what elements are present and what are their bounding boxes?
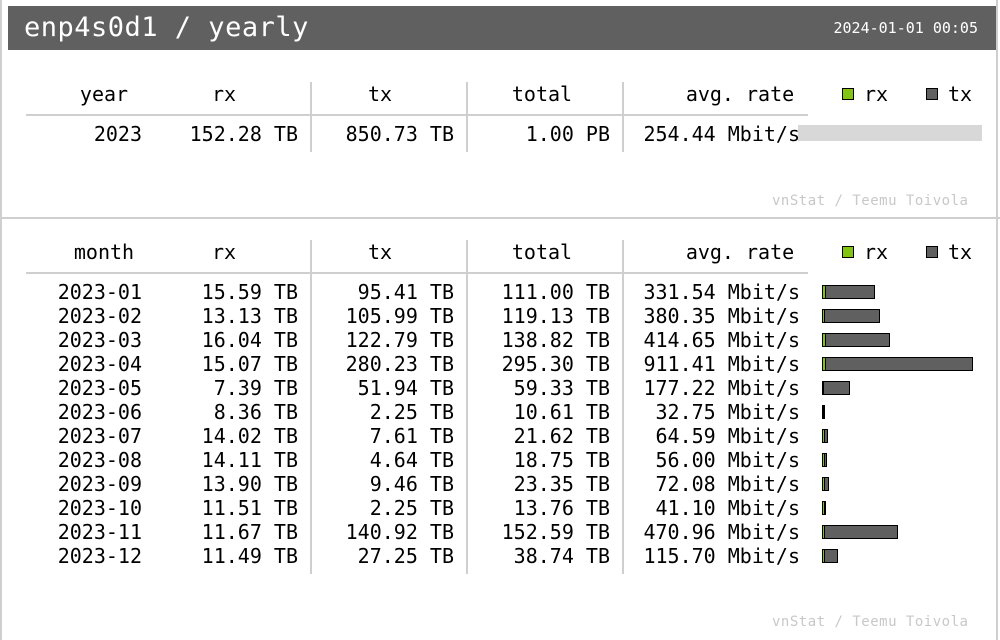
legend-rx-label: rx [864, 240, 889, 264]
table-cell-total: 18.75 TB [513, 448, 610, 472]
table-cell-total: 59.33 TB [513, 376, 610, 400]
bar-tx [824, 477, 830, 491]
column-header-0: month [73, 240, 135, 264]
header-underline [26, 272, 808, 274]
header-underline [26, 114, 808, 116]
column-header-1: rx [211, 240, 237, 264]
bar-tx [823, 525, 899, 539]
table-cell-total: 10.61 TB [513, 400, 610, 424]
legend-tx-swatch [926, 246, 938, 258]
section-divider [2, 217, 1000, 219]
column-header-3: total [511, 82, 573, 106]
timestamp: 2024-01-01 00:05 [833, 19, 979, 37]
table-cell-total: 23.35 TB [513, 472, 610, 496]
table-cell-total: 138.82 TB [501, 328, 610, 352]
watermark-monthly: vnStat / Teemu Toivola [772, 614, 969, 630]
column-header-1: rx [211, 82, 237, 106]
bar-tx [823, 405, 825, 419]
table-cell-rate: 254.44 Mbit/s [643, 122, 800, 146]
table-cell-rate: 56.00 Mbit/s [655, 448, 801, 472]
column-header-4: avg. rate [685, 240, 795, 264]
table-cell-rate: 380.35 Mbit/s [643, 304, 800, 328]
table-cell-rate: 331.54 Mbit/s [643, 280, 800, 304]
table-cell-total: 119.13 TB [501, 304, 610, 328]
header-bar: enp4s0d1 / yearly 2024-01-01 00:05 [8, 6, 996, 50]
column-header-3: total [511, 240, 573, 264]
bar-tx [823, 381, 851, 395]
column-header-4: avg. rate [685, 82, 795, 106]
column-header-2: tx [367, 240, 393, 264]
bar-tx [824, 453, 827, 467]
bar-track [798, 125, 982, 141]
table-cell-rate: 911.41 Mbit/s [643, 352, 800, 376]
column-header-2: tx [367, 82, 393, 106]
legend-rx-label: rx [864, 82, 889, 106]
bar-tx [823, 501, 826, 515]
watermark-yearly: vnStat / Teemu Toivola [772, 193, 969, 209]
table-cell-rate: 64.59 Mbit/s [655, 424, 801, 448]
table-cell-total: 13.76 TB [513, 496, 610, 520]
bar-tx [824, 357, 973, 371]
table-cell-rate: 115.70 Mbit/s [643, 544, 800, 568]
table-cell-total: 295.30 TB [501, 352, 610, 376]
table-cell-total: 21.62 TB [513, 424, 610, 448]
legend-tx-swatch [926, 88, 938, 100]
bar-tx [824, 285, 876, 299]
table-cell-rate: 72.08 Mbit/s [655, 472, 801, 496]
table-cell-rate: 41.10 Mbit/s [655, 496, 801, 520]
legend-rx-swatch [842, 88, 854, 100]
column-header-0: year [79, 82, 129, 106]
vnstat-panel: enp4s0d1 / yearly 2024-01-01 00:05 year r… [0, 0, 1000, 640]
page-title: enp4s0d1 / yearly [24, 12, 309, 43]
bar-tx [824, 333, 890, 347]
legend-tx-label: tx [948, 82, 973, 106]
bar-tx [824, 309, 881, 323]
table-cell-rate: 470.96 Mbit/s [643, 520, 800, 544]
monthly-table: month rx tx total avg. rate rx tx 2023-01 15.59 … [26, 232, 986, 592]
bar-tx [823, 549, 839, 563]
table-cell-total: 1.00 PB [525, 122, 610, 146]
bar-tx [824, 429, 829, 443]
legend-tx-label: tx [948, 240, 973, 264]
table-cell-total: 111.00 TB [501, 280, 610, 304]
legend-rx-swatch [842, 246, 854, 258]
table-cell-rate: 414.65 Mbit/s [643, 328, 800, 352]
table-cell-rate: 177.22 Mbit/s [643, 376, 800, 400]
table-cell-total: 38.74 TB [513, 544, 610, 568]
table-cell-rate: 32.75 Mbit/s [655, 400, 801, 424]
table-cell-total: 152.59 TB [501, 520, 610, 544]
